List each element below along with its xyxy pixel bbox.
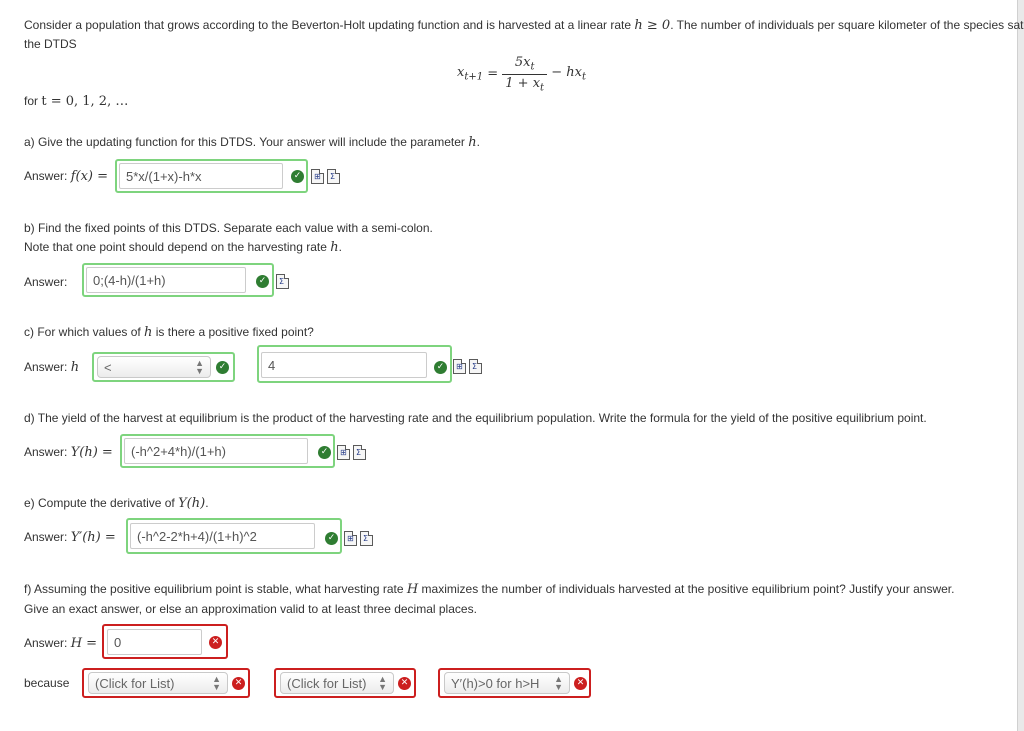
part-a-answer-input[interactable]: 5*x/(1+x)-h*x [119,163,283,189]
part-c-prompt: c) For which values of h is there a posi… [24,325,314,340]
intro-math-h: h ≥ 0 [634,18,671,33]
select-arrows-icon: ▲ ▼ [378,674,387,692]
part-b-prompt-line1: b) Find the fixed points of this DTDS. S… [24,221,433,235]
eq-numerator: 5x [514,55,531,70]
eq-fraction: 5xt 1 + xt [502,55,548,94]
part-f-label-math: H = [70,636,98,651]
x-circle-icon: ✕ [209,636,222,649]
part-d-answer-label: Answer: Y(h) = [24,445,113,460]
part-b-answer-input[interactable]: 0;(4-h)/(1+h) [86,267,246,293]
equation-editor-icon[interactable]: ⊞ [311,169,324,184]
time-range-math: t = 0, 1, 2, … [41,94,129,109]
part-e-period: . [205,496,209,510]
intro-text-end: . The number of individuals per square k… [670,18,1024,32]
part-f-text-end: maximizes the number of individuals harv… [418,582,955,596]
part-a-label-math: f(x) = [70,169,108,184]
time-range: for t = 0, 1, 2, … [24,94,128,109]
part-e-answer-label: Answer: Y′(h) = [24,530,116,545]
eq-num-sub: t [530,61,535,73]
preview-sigma-icon[interactable]: Σ [327,169,340,184]
select3-value: Y′(h)>0 for h>H [451,676,540,691]
equation-editor-icon[interactable]: ⊞ [344,531,357,546]
part-a-math-h: h [468,135,477,150]
select-arrows-icon: ▲ ▼ [212,674,221,692]
part-a-prompt: a) Give the updating function for this D… [24,135,480,150]
eq-equals: = [483,66,503,82]
select-arrows-icon: ▲ ▼ [554,674,563,692]
eq-denominator: 1 + x [505,75,541,91]
answer-label: Answer: [24,360,71,374]
check-circle-icon: ✓ [256,275,269,288]
part-b-answer-label: Answer: [24,275,68,289]
select2-value: (Click for List) [287,676,367,691]
part-b-text: Note that one point should depend on the… [24,240,331,254]
part-b-prompt-line2: Note that one point should depend on the… [24,240,342,255]
part-c-text: c) For which values of [24,325,145,339]
dtds-equation: xt+1 = 5xt 1 + xt − hxt [457,55,586,95]
select-arrows-icon: ▲ ▼ [195,358,204,376]
part-c-select-value: < [104,360,112,375]
part-f-answer-input[interactable]: 0 [107,629,202,655]
part-a-period: . [476,135,480,149]
page-scroll-edge [1017,0,1024,731]
because-label: because [24,676,70,690]
part-b-math-h: h [330,240,339,255]
preview-sigma-icon[interactable]: Σ [353,445,366,460]
part-d-label-math: Y(h) = [70,445,113,460]
part-c-label-math: h [70,360,80,375]
eq-tail-sub: t [581,71,586,83]
select1-value: (Click for List) [95,676,175,691]
equation-editor-icon[interactable]: ⊞ [453,359,466,374]
check-circle-icon: ✓ [434,361,447,374]
part-f-text: f) Assuming the positive equilibrium poi… [24,582,407,596]
problem-intro-line2: the DTDS [24,37,77,51]
part-c-answer-label: Answer: h [24,360,79,375]
part-e-prompt: e) Compute the derivative of Y(h). [24,496,209,511]
part-f-reason-select-1[interactable]: (Click for List) ▲ ▼ [88,672,228,694]
eq-lhs-sub: t+1 [464,71,484,83]
answer-label: Answer: [24,530,71,544]
part-b-period: . [338,240,342,254]
part-a-text: a) Give the updating function for this D… [24,135,469,149]
check-circle-icon: ✓ [216,361,229,374]
part-c-comparison-select[interactable]: < ▲ ▼ [97,356,211,378]
x-circle-icon: ✕ [398,677,411,690]
part-c-answer-input[interactable]: 4 [261,352,427,378]
part-d-prompt: d) The yield of the harvest at equilibri… [24,411,927,425]
part-c-text-end: is there a positive fixed point? [152,325,314,339]
part-e-answer-input[interactable]: (-h^2-2*h+4)/(1+h)^2 [130,523,315,549]
part-f-math-h: H [406,582,419,597]
check-circle-icon: ✓ [325,532,338,545]
part-e-math-y: Y(h) [178,496,206,511]
intro-text: Consider a population that grows accordi… [24,18,635,32]
part-e-text: e) Compute the derivative of [24,496,179,510]
x-circle-icon: ✕ [574,677,587,690]
part-d-answer-input[interactable]: (-h^2+4*h)/(1+h) [124,438,308,464]
part-a-answer-label: Answer: f(x) = [24,169,108,184]
answer-label: Answer: [24,636,71,650]
part-f-prompt-line1: f) Assuming the positive equilibrium poi… [24,582,954,597]
preview-sigma-icon[interactable]: Σ [360,531,373,546]
part-f-answer-label: Answer: H = [24,636,97,651]
equation-editor-icon[interactable]: ⊞ [337,445,350,460]
part-f-prompt-line2: Give an exact answer, or else an approxi… [24,602,477,616]
eq-tail: − hx [547,65,582,81]
x-circle-icon: ✕ [232,677,245,690]
preview-sigma-icon[interactable]: Σ [469,359,482,374]
problem-intro-line1: Consider a population that grows accordi… [24,18,1024,33]
time-range-label: for [24,94,42,108]
part-e-label-math: Y′(h) = [70,530,116,545]
eq-den-sub: t [540,82,545,94]
part-f-reason-select-3[interactable]: Y′(h)>0 for h>H ▲ ▼ [444,672,570,694]
answer-label: Answer: [24,445,71,459]
check-circle-icon: ✓ [318,446,331,459]
answer-label: Answer: [24,169,71,183]
preview-sigma-icon[interactable]: Σ [276,274,289,289]
check-circle-icon: ✓ [291,170,304,183]
part-f-reason-select-2[interactable]: (Click for List) ▲ ▼ [280,672,394,694]
